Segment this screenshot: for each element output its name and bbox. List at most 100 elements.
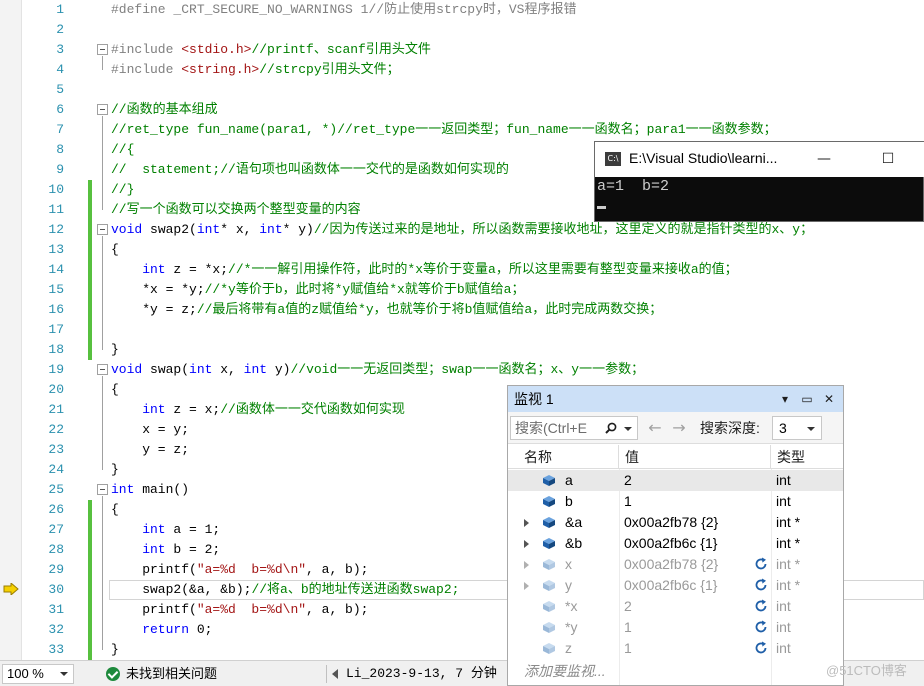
watch-row[interactable]: *x 2 int [508, 596, 843, 617]
code-token: //*y等价于b，此时将*y赋值给*x就等价于b赋值给a； [204, 282, 525, 297]
chevron-down-icon [807, 427, 815, 431]
code-token: //ret_type fun_name(para1, *)//ret_type一… [111, 122, 777, 137]
search-depth-select[interactable]: 3 [772, 416, 822, 440]
watch-title-bar[interactable]: 监视 1 ▾ ▭ ✕ [508, 386, 843, 412]
watch-value[interactable]: 1 [624, 491, 632, 512]
code-line[interactable]: 19 void swap(int x, int y)//void一一无返回类型；s… [0, 360, 924, 380]
code-line[interactable]: 4 #include <string.h>//strcpy引用头文件； [0, 60, 924, 80]
expand-arrow-icon[interactable] [524, 540, 529, 548]
collapse-icon[interactable] [97, 484, 108, 495]
code-token: void [111, 222, 143, 237]
code-token: <stdio.h> [181, 42, 252, 57]
expand-arrow-icon[interactable] [524, 582, 529, 590]
code-token: #define [111, 2, 174, 17]
code-line[interactable]: 5 [0, 80, 924, 100]
line-number: 3 [56, 42, 64, 57]
expand-arrow-icon[interactable] [524, 561, 529, 569]
watch-type: int * [776, 556, 801, 572]
code-token: //} [111, 182, 135, 197]
watch-row[interactable]: y 0x00a2fb6c {1} int * [508, 575, 843, 596]
console-title: E:\Visual Studio\learni... [629, 150, 778, 166]
code-token: //函数体一一交代函数如何实现 [220, 402, 405, 417]
refresh-icon[interactable] [754, 641, 768, 655]
code-line[interactable]: 12 void swap2(int* x, int* y)//因为传送过来的是地址… [0, 220, 924, 240]
search-next-arrow-icon[interactable]: → [668, 416, 690, 440]
watch-value[interactable]: 0x00a2fb78 {2} [624, 512, 718, 533]
collapse-icon[interactable] [97, 104, 108, 115]
change-marker [88, 180, 92, 200]
code-line[interactable]: 17 [0, 320, 924, 340]
collapse-icon[interactable] [97, 44, 108, 55]
window-position-dropdown-icon[interactable]: ▾ [776, 386, 794, 412]
column-header-value[interactable]: 值 [619, 445, 771, 469]
refresh-icon[interactable] [754, 620, 768, 634]
change-marker [88, 640, 92, 660]
column-header-name[interactable]: 名称 [518, 445, 619, 469]
watch-row[interactable]: *y 1 int [508, 617, 843, 638]
chevron-down-icon [60, 672, 68, 676]
line-number: 5 [56, 82, 64, 97]
line-number: 19 [48, 362, 64, 377]
code-token: y = z; [111, 442, 190, 457]
check-circle-icon [106, 667, 120, 681]
watch-value[interactable]: 0x00a2fb6c {1} [624, 575, 717, 596]
watch-value[interactable]: 0x00a2fb6c {1} [624, 533, 717, 554]
expand-arrow-icon[interactable] [524, 519, 529, 527]
search-previous-arrow-icon[interactable]: ← [644, 416, 666, 440]
code-line[interactable]: 2 [0, 20, 924, 40]
code-text: //函数的基本组成 [111, 100, 218, 120]
watch-value[interactable]: 0x00a2fb78 {2} [624, 554, 718, 575]
watch-row[interactable]: &a 0x00a2fb78 {2} int * [508, 512, 843, 533]
line-number: 9 [56, 162, 64, 177]
console-window[interactable]: C:\ E:\Visual Studio\learni... — ☐ a=1 b… [594, 141, 924, 222]
code-line[interactable]: 18} [0, 340, 924, 360]
variable-icon [543, 601, 555, 612]
code-line[interactable]: 16 *y = z;//最后将带有a值的z赋值给*y，也就等价于将b值赋值给a，… [0, 300, 924, 320]
watch-row[interactable]: &b 0x00a2fb6c {1} int * [508, 533, 843, 554]
code-line[interactable]: 14 int z = *x;//*一一解引用操作符，此时的*x等价于变量a，所以… [0, 260, 924, 280]
watch-window[interactable]: 监视 1 ▾ ▭ ✕ 搜索(Ctrl+E ← → 搜索深度: 3 名称 值 类型… [507, 385, 844, 686]
zoom-select[interactable]: 100 % [2, 664, 74, 684]
change-marker [88, 340, 92, 360]
maximize-button[interactable]: ☐ [873, 148, 903, 170]
refresh-icon[interactable] [754, 578, 768, 592]
watch-value[interactable]: 1 [624, 638, 632, 659]
code-line[interactable]: 6 //函数的基本组成 [0, 100, 924, 120]
chevron-down-icon[interactable] [624, 427, 632, 431]
line-number: 29 [48, 562, 64, 577]
collapse-icon[interactable] [97, 224, 108, 235]
change-marker [88, 520, 92, 540]
code-line[interactable]: 3 #include <stdio.h>//printf、scanf引用头文件 [0, 40, 924, 60]
code-text: int z = *x;//*一一解引用操作符，此时的*x等价于变量a，所以这里需… [111, 260, 737, 280]
code-line[interactable]: 13 { [0, 240, 924, 260]
search-icon[interactable] [605, 422, 617, 434]
code-token: 1//防止使用strcpy时，VS程序报错 [352, 2, 577, 17]
issues-indicator[interactable]: 未找到相关问题 [106, 665, 217, 683]
code-line[interactable]: 15 *x = *y;//*y等价于b，此时将*y赋值给*x就等价于b赋值给a； [0, 280, 924, 300]
watch-row[interactable]: b 1 int [508, 491, 843, 512]
code-text: x = y; [111, 420, 189, 440]
collapse-icon[interactable] [97, 364, 108, 375]
git-blame-indicator[interactable]: Li_2023-9-13, 7 分钟 [326, 665, 497, 683]
watch-row[interactable]: z 1 int [508, 638, 843, 659]
code-line[interactable]: 7 //ret_type fun_name(para1, *)//ret_type… [0, 120, 924, 140]
refresh-icon[interactable] [754, 557, 768, 571]
console-title-bar[interactable]: C:\ E:\Visual Studio\learni... — ☐ [595, 142, 924, 177]
variable-icon [543, 517, 555, 528]
code-token: _CRT_SECURE_NO_WARNINGS [173, 2, 353, 17]
refresh-icon[interactable] [754, 599, 768, 613]
minimize-button[interactable]: — [809, 148, 839, 170]
watch-row[interactable]: a 2 int [508, 470, 843, 491]
watch-value[interactable]: 2 [624, 470, 632, 491]
watch-row[interactable]: x 0x00a2fb78 {2} int * [508, 554, 843, 575]
close-icon[interactable]: ✕ [820, 386, 838, 412]
code-token: a = 1; [165, 522, 221, 537]
add-watch-input[interactable]: 添加要监视... [524, 661, 606, 682]
maximize-icon[interactable]: ▭ [798, 386, 816, 412]
column-header-type[interactable]: 类型 [771, 445, 843, 469]
watch-search-input[interactable]: 搜索(Ctrl+E [510, 416, 638, 440]
code-line[interactable]: 1 #define _CRT_SECURE_NO_WARNINGS 1//防止使用… [0, 0, 924, 20]
watch-value[interactable]: 2 [624, 596, 632, 617]
watch-value[interactable]: 1 [624, 617, 632, 638]
code-token: int [111, 542, 166, 557]
